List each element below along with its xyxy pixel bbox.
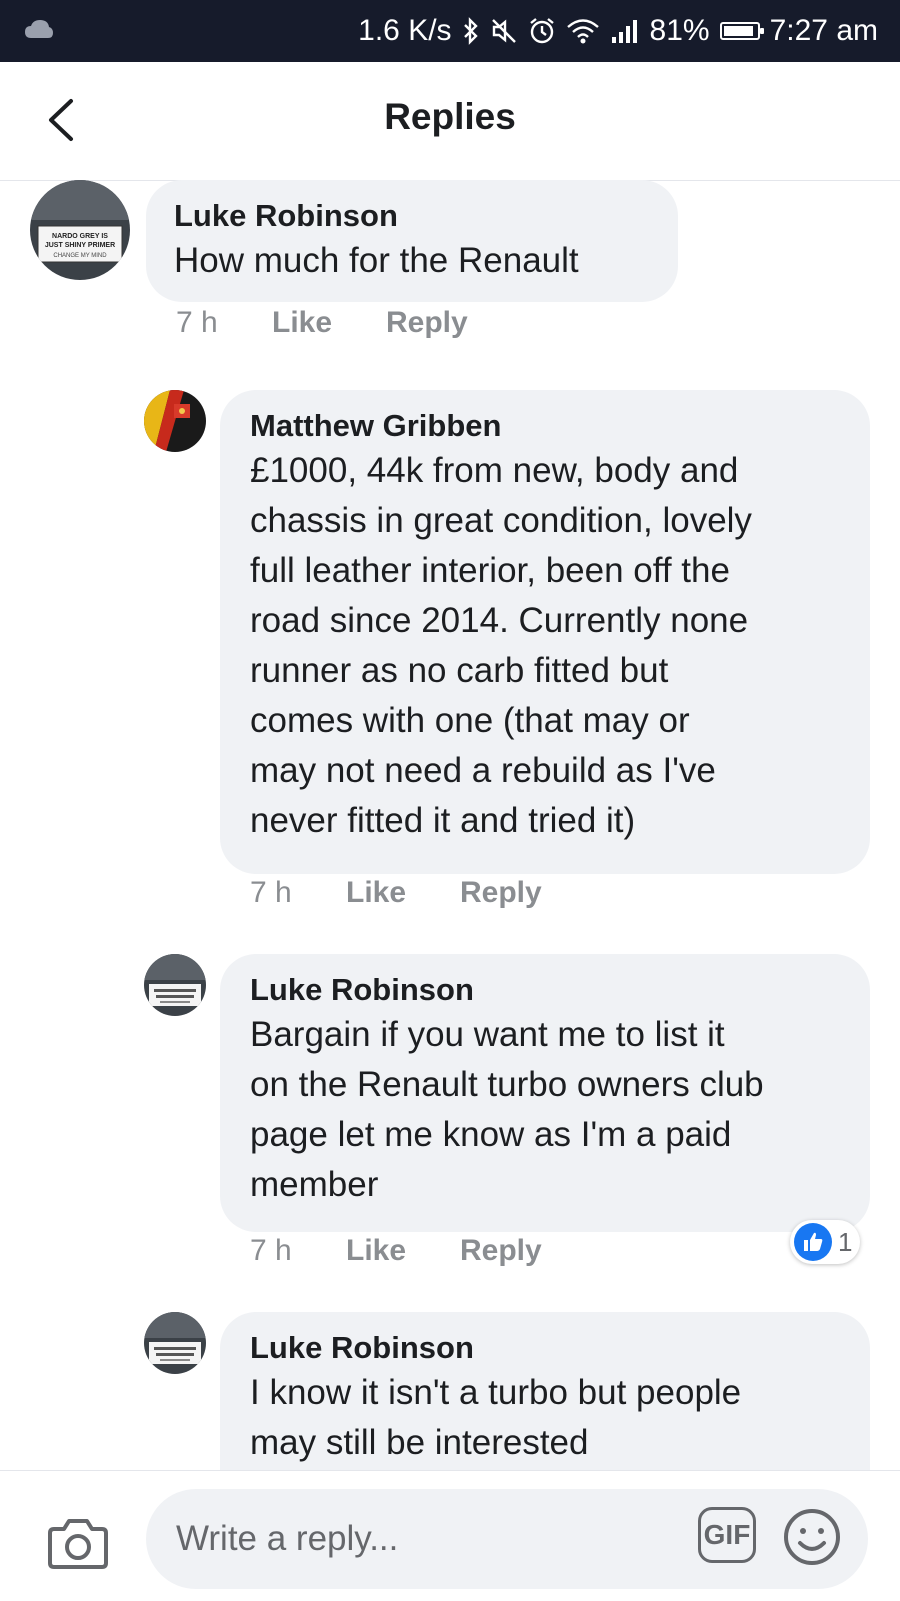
comment-text: Bargain if you want me to list it on the… bbox=[250, 1015, 764, 1204]
camera-icon bbox=[48, 1519, 108, 1569]
reply-input[interactable]: Write a reply... bbox=[146, 1489, 868, 1589]
reply-button[interactable]: Reply bbox=[460, 876, 542, 910]
thumbs-up-icon bbox=[794, 1223, 832, 1261]
comment-bubble[interactable]: Luke Robinson Bargain if you want me to … bbox=[220, 954, 870, 1232]
reaction-count: 1 bbox=[838, 1226, 853, 1257]
avatar-image bbox=[144, 954, 206, 1016]
like-button[interactable]: Like bbox=[272, 306, 386, 340]
avatar-sign-line2: JUST SHINY PRIMER bbox=[45, 242, 115, 249]
avatar[interactable] bbox=[144, 954, 206, 1016]
battery-icon bbox=[719, 22, 764, 40]
avatar-image: NARDO GREY IS JUST SHINY PRIMER CHANGE M… bbox=[30, 180, 130, 280]
comment-actions: 7 h Like Reply bbox=[250, 876, 542, 910]
battery-fill bbox=[723, 26, 753, 36]
reply-button[interactable]: Reply bbox=[460, 1234, 542, 1268]
comment-actions: 7 h Like Reply bbox=[250, 1234, 542, 1268]
page-title: Replies bbox=[384, 96, 516, 137]
cloud-icon bbox=[25, 20, 53, 38]
status-right: 1.6 K/s 81% 7:27 am bbox=[358, 0, 878, 62]
comment-author[interactable]: Matthew Gribben bbox=[250, 406, 840, 446]
comment-list[interactable]: NARDO GREY IS JUST SHINY PRIMER CHANGE M… bbox=[0, 180, 900, 1530]
comment-text: How much for the Renault bbox=[174, 241, 579, 280]
bluetooth-icon bbox=[462, 17, 480, 45]
comment-author[interactable]: Luke Robinson bbox=[174, 196, 650, 236]
comment-time[interactable]: 7 h bbox=[250, 876, 346, 910]
like-button[interactable]: Like bbox=[346, 876, 460, 910]
comment-author[interactable]: Luke Robinson bbox=[250, 1328, 840, 1368]
comment-bubble[interactable]: Luke Robinson How much for the Renault bbox=[146, 180, 678, 302]
battery-percent: 81% bbox=[649, 14, 710, 47]
gif-button[interactable]: GIF bbox=[698, 1507, 756, 1563]
avatar[interactable] bbox=[144, 390, 206, 452]
mute-icon bbox=[490, 17, 518, 45]
wifi-icon bbox=[566, 17, 600, 45]
reply-composer: Write a reply... GIF bbox=[0, 1470, 900, 1601]
comment-bubble[interactable]: Matthew Gribben £1000, 44k from new, bod… bbox=[220, 390, 870, 874]
signal-icon bbox=[610, 17, 640, 45]
camera-button[interactable] bbox=[46, 1513, 110, 1573]
reply-button[interactable]: Reply bbox=[386, 306, 468, 340]
avatar-sign-line3: CHANGE MY MIND bbox=[53, 253, 107, 259]
comment-time[interactable]: 7 h bbox=[250, 1234, 346, 1268]
avatar-image bbox=[144, 390, 206, 452]
avatar-sign-line1: NARDO GREY IS bbox=[52, 233, 108, 240]
avatar[interactable]: NARDO GREY IS JUST SHINY PRIMER CHANGE M… bbox=[30, 180, 130, 280]
header: Replies bbox=[0, 62, 900, 181]
comment-time[interactable]: 7 h bbox=[176, 306, 272, 340]
reaction-badge[interactable]: 1 bbox=[790, 1220, 861, 1264]
replies-sheet: Replies NARDO GREY IS JUST SHINY PRIMER … bbox=[0, 62, 900, 1601]
avatar[interactable] bbox=[144, 1312, 206, 1374]
status-bar: 1.6 K/s 81% 7:27 am bbox=[0, 0, 900, 62]
comment-text: £1000, 44k from new, body and chassis in… bbox=[250, 451, 752, 840]
comment-text: I know it isn't a turbo but people may s… bbox=[250, 1373, 742, 1462]
alarm-icon bbox=[528, 17, 556, 45]
reply-input-placeholder: Write a reply... bbox=[176, 1519, 399, 1558]
network-speed: 1.6 K/s bbox=[358, 14, 452, 47]
comment-author[interactable]: Luke Robinson bbox=[250, 970, 840, 1010]
smiley-icon bbox=[784, 1509, 840, 1565]
clock: 7:27 am bbox=[769, 14, 878, 47]
comment-actions: 7 h Like Reply bbox=[176, 306, 468, 340]
like-button[interactable]: Like bbox=[346, 1234, 460, 1268]
emoji-button[interactable] bbox=[782, 1507, 842, 1567]
avatar-image bbox=[144, 1312, 206, 1374]
